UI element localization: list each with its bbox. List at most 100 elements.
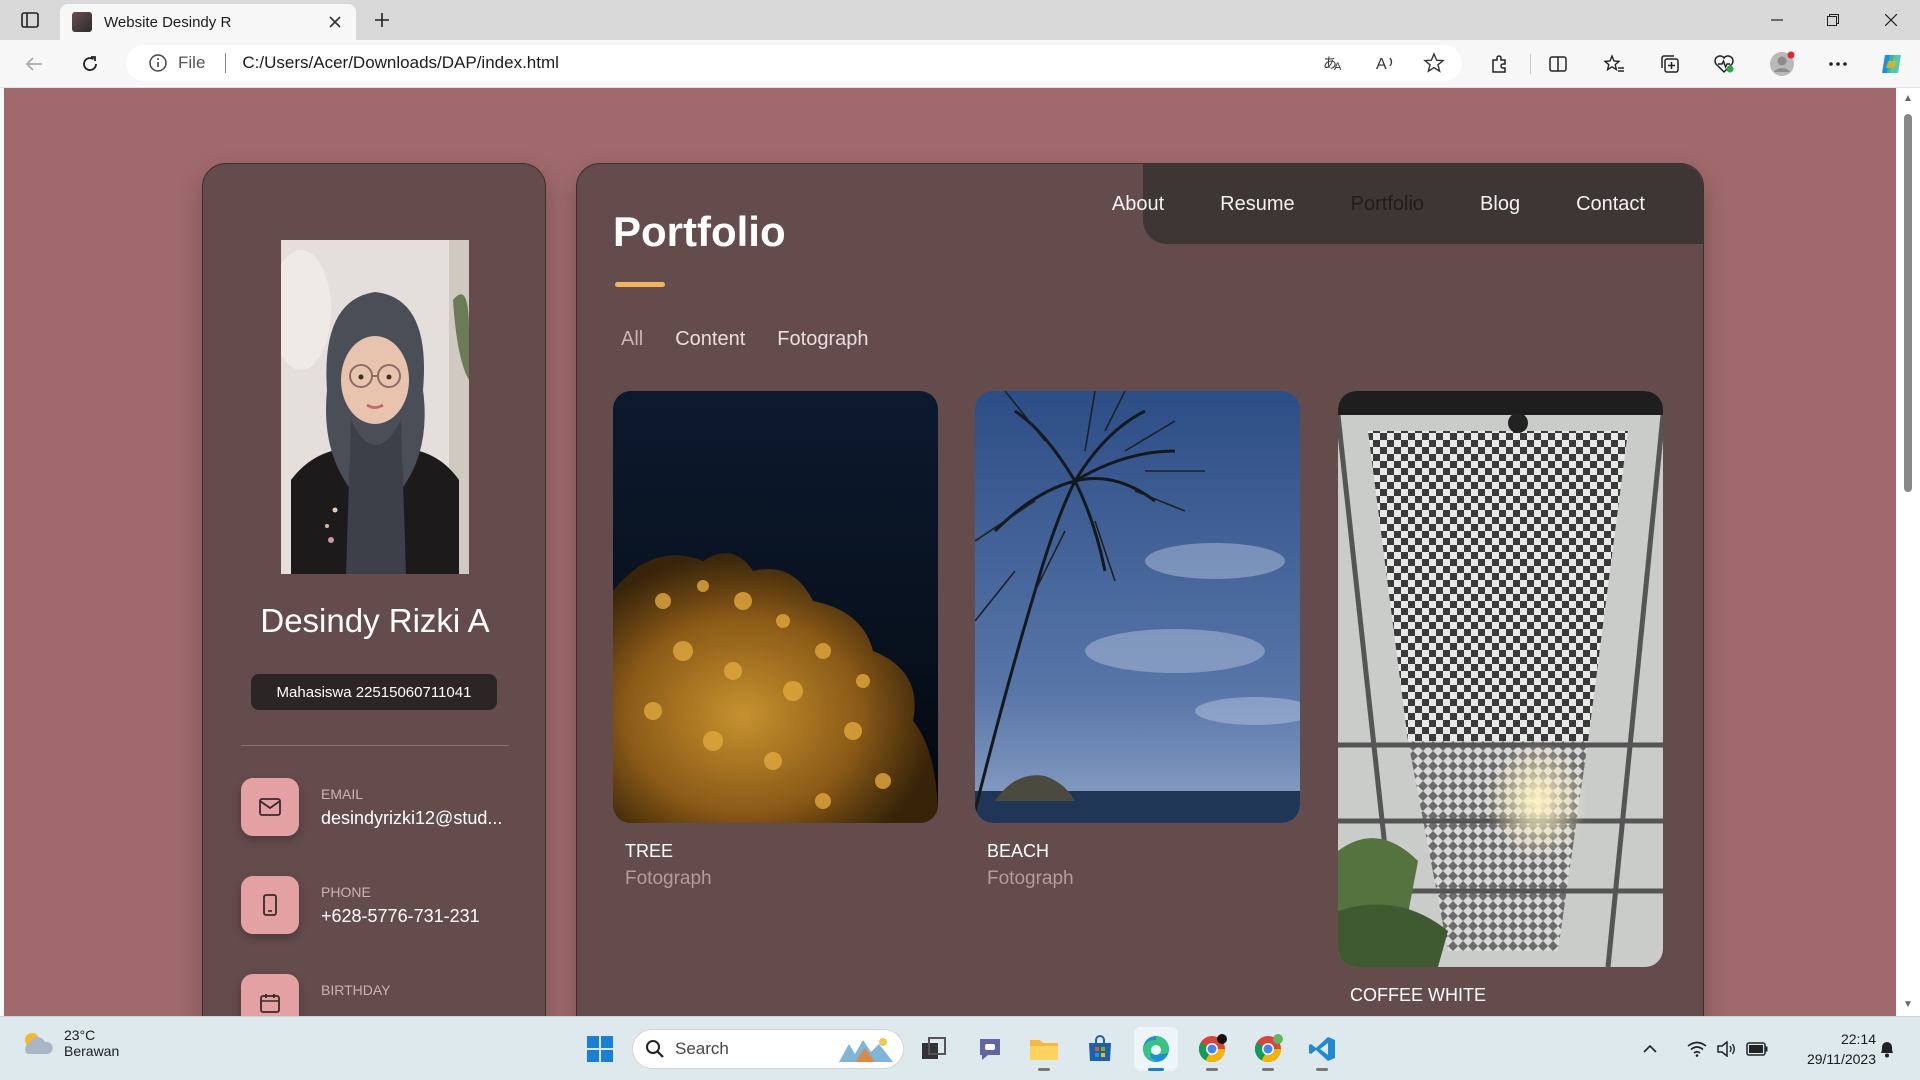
close-icon: [329, 16, 341, 28]
more-options-button[interactable]: [1820, 48, 1856, 80]
tab-actions-button[interactable]: [14, 8, 46, 32]
contact-label: BIRTHDAY: [321, 982, 391, 998]
new-tab-button[interactable]: [366, 8, 398, 32]
portfolio-item-beach[interactable]: BEACH Fotograph: [975, 391, 1300, 890]
taskbar-edge[interactable]: [1134, 1027, 1178, 1071]
taskbar-store[interactable]: [1078, 1027, 1122, 1071]
wifi-icon: [1687, 1041, 1707, 1057]
system-clock[interactable]: 22:14 29/11/2023: [1807, 1029, 1876, 1069]
restore-button[interactable]: [1806, 0, 1860, 40]
close-tab-button[interactable]: [324, 11, 346, 33]
split-screen-icon: [1549, 56, 1567, 72]
cloudy-sun-icon: [25, 1033, 53, 1054]
browser-viewport: Desindy Rizki A Mahasiswa 22515060711041…: [0, 88, 1920, 1016]
read-aloud-icon[interactable]: A: [1374, 51, 1398, 75]
profile-sidebar: Desindy Rizki A Mahasiswa 22515060711041…: [202, 163, 546, 1016]
weather-temperature: 23°C: [64, 1027, 96, 1043]
browser-title-bar: Website Desindy R: [0, 0, 1920, 40]
nav-item-portfolio[interactable]: Portfolio: [1351, 193, 1424, 216]
site-info-label: File: [178, 53, 206, 72]
collections-button[interactable]: [1652, 48, 1688, 80]
filter-all[interactable]: All: [621, 328, 643, 351]
taskbar-search[interactable]: Search: [632, 1029, 904, 1069]
browser-essentials-button[interactable]: [1706, 48, 1742, 80]
nav-item-blog[interactable]: Blog: [1480, 193, 1520, 216]
contact-value-phone[interactable]: +628-5776-731-231: [321, 906, 517, 927]
sidebar-divider: [241, 745, 509, 746]
portfolio-item-coffee-white[interactable]: COFFEE WHITE: [1338, 391, 1663, 1012]
project-thumbnail[interactable]: [613, 391, 938, 823]
store-icon: [1089, 1035, 1111, 1061]
avatar-icon: [1770, 51, 1795, 76]
translate-icon[interactable]: あA: [1322, 51, 1346, 75]
back-button[interactable]: [16, 48, 52, 80]
taskbar-chrome-1[interactable]: [1190, 1027, 1234, 1071]
portfolio-item-tree[interactable]: TREE Fotograph: [613, 391, 938, 890]
running-indicator: [1148, 1068, 1164, 1071]
ellipsis-icon: [1829, 62, 1847, 66]
page-scrollbar[interactable]: ▲ ▼: [1896, 88, 1920, 1016]
page-title: Portfolio: [613, 208, 786, 255]
battery-status[interactable]: [1742, 1027, 1772, 1071]
chrome-icon: [1198, 1034, 1227, 1063]
weather-widget[interactable]: 23°C Berawan: [20, 1027, 119, 1059]
scrollbar-thumb[interactable]: [1904, 114, 1912, 492]
minimize-button[interactable]: [1750, 0, 1804, 40]
filter-content[interactable]: Content: [675, 328, 745, 351]
teams-chat-icon: [980, 1039, 1000, 1060]
nav-item-resume[interactable]: Resume: [1220, 193, 1294, 216]
search-icon: [646, 1040, 664, 1058]
restore-icon: [1827, 14, 1839, 26]
tab-title: Website Desindy R: [104, 13, 232, 31]
contact-label: EMAIL: [321, 786, 364, 802]
favorite-star-icon[interactable]: [1422, 51, 1446, 75]
project-thumbnail[interactable]: [975, 391, 1300, 823]
folder-icon: [1030, 1040, 1058, 1060]
chrome-icon: [1254, 1034, 1283, 1063]
project-thumbnail[interactable]: [1338, 391, 1663, 967]
contact-item-email: EMAIL desindyrizki12@stud...: [241, 778, 531, 838]
taskbar-chrome-2[interactable]: [1246, 1027, 1290, 1071]
project-title: BEACH: [987, 841, 1050, 861]
nav-item-about[interactable]: About: [1112, 193, 1164, 216]
filter-fotograph[interactable]: Fotograph: [777, 328, 868, 351]
show-hidden-icons-button[interactable]: [1636, 1027, 1664, 1071]
calendar-icon: [241, 974, 299, 1016]
plus-icon: [375, 13, 389, 27]
tab-actions-icon: [21, 12, 39, 28]
browser-tab[interactable]: Website Desindy R: [60, 4, 356, 40]
taskbar-chat[interactable]: [968, 1027, 1012, 1071]
nav-item-contact[interactable]: Contact: [1576, 193, 1645, 216]
running-indicator: [1316, 1068, 1328, 1071]
profile-name: Desindy Rizki A: [260, 602, 490, 639]
search-placeholder: Search: [675, 1039, 729, 1058]
wifi-status[interactable]: [1682, 1027, 1712, 1071]
minimize-icon: [1771, 19, 1783, 21]
contact-value-email[interactable]: desindyrizki12@stud...: [321, 808, 517, 829]
battery-icon: [1746, 1042, 1768, 1056]
scroll-up-arrow-icon[interactable]: ▲: [1902, 94, 1914, 104]
address-bar[interactable]: File C:/Users/Acer/Downloads/DAP/index.h…: [126, 45, 1462, 81]
page-background: Desindy Rizki A Mahasiswa 22515060711041…: [4, 88, 1896, 1016]
scroll-down-arrow-icon[interactable]: ▼: [1902, 1000, 1914, 1010]
notifications-button[interactable]: [1872, 1027, 1902, 1071]
search-highlight-icon: [839, 1038, 893, 1062]
taskbar-task-view[interactable]: [912, 1027, 956, 1071]
favorites-button[interactable]: [1596, 48, 1632, 80]
svg-text:A: A: [1334, 61, 1342, 73]
extensions-button[interactable]: [1481, 48, 1517, 80]
taskbar-file-explorer[interactable]: [1022, 1027, 1066, 1071]
close-window-button[interactable]: [1864, 0, 1918, 40]
split-screen-button[interactable]: [1540, 48, 1576, 80]
url-text[interactable]: C:/Users/Acer/Downloads/DAP/index.html: [242, 53, 559, 73]
volume-status[interactable]: [1712, 1027, 1742, 1071]
refresh-button[interactable]: [72, 48, 108, 80]
running-indicator: [1206, 1068, 1218, 1071]
taskbar-vscode[interactable]: [1300, 1027, 1344, 1071]
chevron-up-icon: [1643, 1044, 1657, 1053]
role-badge: Mahasiswa 22515060711041: [251, 674, 497, 710]
svg-text:A: A: [1376, 56, 1387, 73]
copilot-button[interactable]: [1874, 48, 1910, 80]
profile-button[interactable]: [1764, 48, 1800, 80]
start-button[interactable]: [578, 1027, 622, 1071]
